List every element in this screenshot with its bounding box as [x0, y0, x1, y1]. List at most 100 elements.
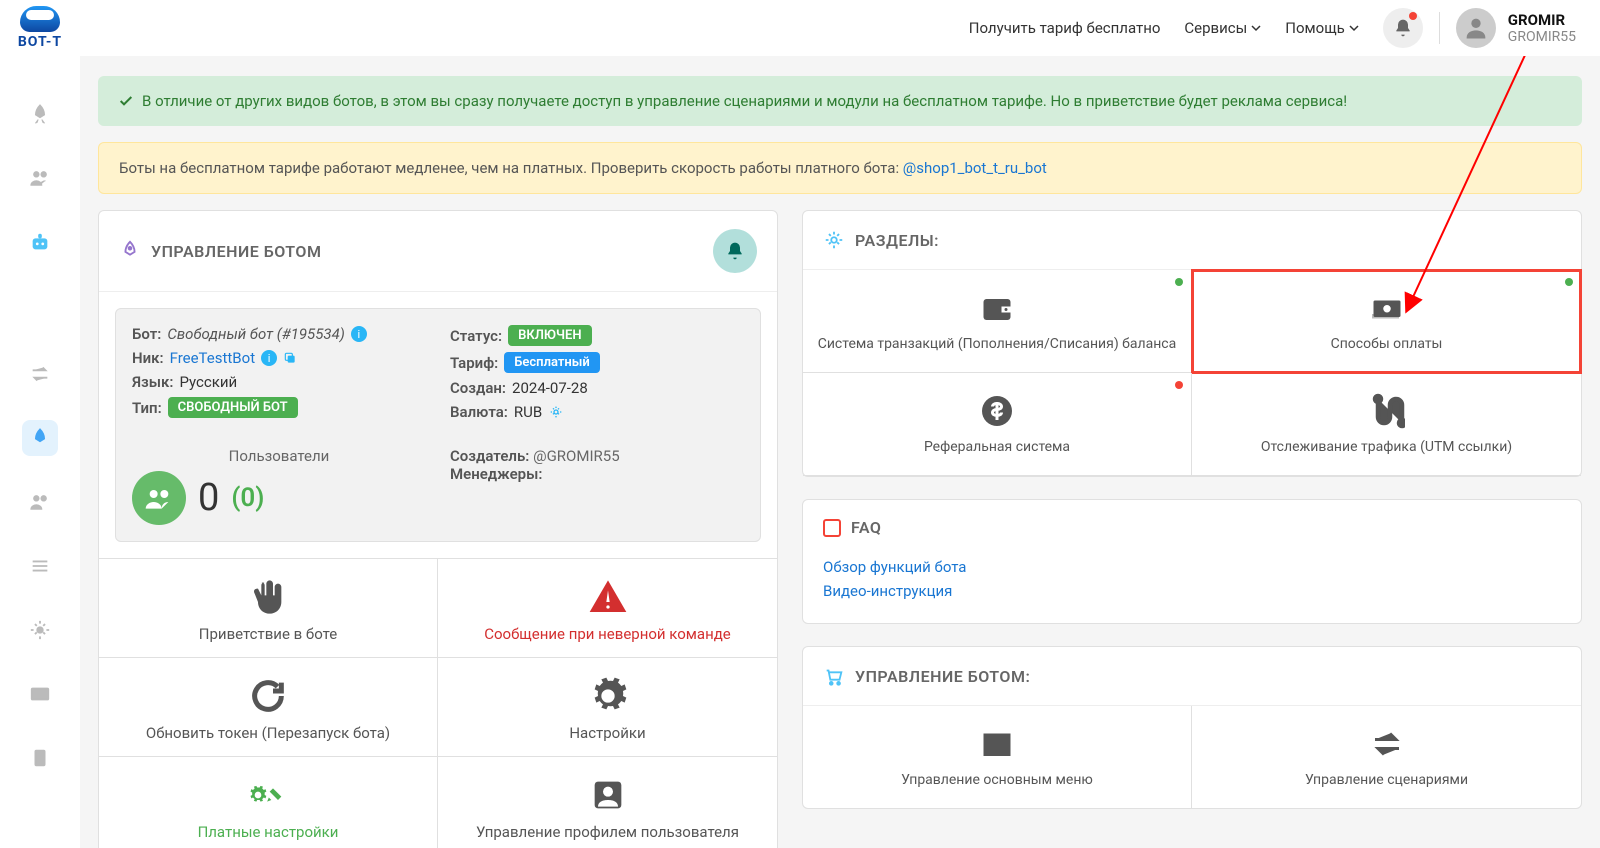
tile-settings[interactable]: Настройки: [438, 658, 777, 757]
bot-tiles: Приветствие в боте Сообщение при неверно…: [99, 558, 777, 848]
logo[interactable]: BOT-T: [0, 0, 80, 56]
bell-icon: [1393, 18, 1413, 38]
nav-help[interactable]: Помощь: [1285, 19, 1359, 37]
section-referral[interactable]: Реферальная система: [803, 373, 1192, 476]
manage-title: УПРАВЛЕНИЕ БОТОМ:: [855, 667, 1030, 686]
bot-card-title: УПРАВЛЕНИЕ БОТОМ: [151, 242, 321, 261]
sidebar-item-stack[interactable]: [22, 548, 58, 584]
users-count: 0: [198, 476, 219, 520]
faq-link-overview[interactable]: Обзор функций бота: [823, 555, 1561, 579]
sidebar-item-mail[interactable]: [22, 676, 58, 712]
info-icon[interactable]: i: [261, 350, 277, 366]
bot-info-panel: Бот: Свободный бот (#195534) i Ник: Free…: [115, 308, 761, 542]
tile-refresh-token[interactable]: Обновить токен (Перезапуск бота): [99, 658, 438, 757]
refresh-icon: [248, 676, 288, 716]
sections-card: РАЗДЕЛЫ: Система транзакций (Пополнения/…: [802, 210, 1582, 477]
gear-icon[interactable]: [548, 404, 564, 420]
bot-nick-link[interactable]: FreeTesttBot: [170, 349, 256, 367]
users-icon: [29, 491, 51, 513]
users-icon: [132, 471, 186, 525]
section-utm-tracking[interactable]: Отслеживание трафика (UTM ссылки): [1192, 373, 1581, 476]
main: В отличие от других видов ботов, в этом …: [80, 56, 1600, 848]
dollar-icon: [979, 393, 1015, 429]
user-handle: GROMIR55: [1508, 29, 1576, 45]
sidebar-item-device[interactable]: [22, 740, 58, 776]
alert-success: В отличие от других видов ботов, в этом …: [98, 76, 1582, 126]
wave-icon: [248, 577, 288, 617]
wallet-icon: [979, 290, 1015, 326]
gear-icon: [823, 229, 845, 251]
nav-free-tariff[interactable]: Получить тариф бесплатно: [969, 19, 1161, 37]
alert-warning: Боты на бесплатном тарифе работают медле…: [98, 142, 1582, 194]
rocket-icon: [29, 103, 51, 125]
money-icon: [1369, 290, 1405, 326]
logo-text: BOT-T: [18, 34, 62, 50]
swap-icon: [29, 363, 51, 385]
warning-icon: [588, 577, 628, 617]
users-icon: [29, 167, 51, 189]
square-icon: [823, 519, 841, 537]
device-icon: [29, 747, 51, 769]
sidebar-item-people[interactable]: [22, 484, 58, 520]
bot-icon: [29, 231, 51, 253]
notifications-button[interactable]: [1383, 8, 1423, 48]
divider: [1439, 12, 1440, 44]
status-dot: [1565, 278, 1573, 286]
user-name: GROMIR: [1508, 11, 1576, 29]
status-badge: ВКЛЮЧЕН: [508, 325, 592, 346]
tile-wrong-cmd[interactable]: Сообщение при неверной команде: [438, 559, 777, 658]
sidebar-item-launch[interactable]: [22, 420, 58, 456]
sidebar-item-rocket[interactable]: [22, 96, 58, 132]
sidebar: [0, 56, 80, 848]
menu-icon: [979, 726, 1015, 762]
user-icon: [1462, 14, 1490, 42]
info-icon[interactable]: i: [351, 326, 367, 342]
status-dot: [1175, 278, 1183, 286]
sections-title: РАЗДЕЛЫ:: [855, 231, 939, 250]
section-transactions[interactable]: Система транзакций (Пополнения/Списания)…: [803, 270, 1192, 373]
users-title: Пользователи: [132, 447, 426, 465]
stack-icon: [29, 555, 51, 577]
tile-greeting[interactable]: Приветствие в боте: [99, 559, 438, 658]
nav-services[interactable]: Сервисы: [1184, 19, 1261, 37]
profile-icon: [588, 775, 628, 815]
user-block[interactable]: GROMIR GROMIR55: [1508, 11, 1576, 45]
bot-card-bell[interactable]: [713, 229, 757, 273]
logo-icon: [20, 6, 60, 32]
tile-paid-settings[interactable]: Платные настройки: [99, 757, 438, 848]
gear-edit-icon: [248, 775, 288, 815]
users-paren: (0): [231, 483, 264, 513]
gear-icon: [29, 619, 51, 641]
gear-icon: [588, 676, 628, 716]
warn-bot-link[interactable]: @shop1_bot_t_ru_bot: [903, 159, 1047, 177]
chevron-down-icon: [1251, 23, 1261, 33]
avatar[interactable]: [1456, 8, 1496, 48]
rocket-icon: [119, 240, 141, 262]
cart-icon: [823, 665, 845, 687]
manage-main-menu[interactable]: Управление основным меню: [803, 706, 1192, 808]
rocket-icon: [29, 427, 51, 449]
route-icon: [1369, 393, 1405, 429]
topbar: BOT-T Получить тариф бесплатно Сервисы П…: [0, 0, 1600, 56]
chevron-down-icon: [1349, 23, 1359, 33]
manage-scenarios[interactable]: Управление сценариями: [1192, 706, 1581, 808]
sidebar-item-bot[interactable]: [22, 224, 58, 260]
sidebar-item-swap[interactable]: [22, 356, 58, 392]
bell-icon: [725, 241, 745, 261]
faq-card: FAQ Обзор функций бота Видео-инструкция: [802, 499, 1582, 624]
copy-icon[interactable]: [283, 351, 297, 365]
tarif-badge: Бесплатный: [504, 352, 600, 373]
mail-icon: [29, 683, 51, 705]
check-icon: [118, 93, 134, 109]
status-dot: [1175, 381, 1183, 389]
tile-user-profile[interactable]: Управление профилем пользователя: [438, 757, 777, 848]
sidebar-item-settings[interactable]: [22, 612, 58, 648]
swap-icon: [1369, 726, 1405, 762]
faq-title: FAQ: [851, 518, 881, 537]
section-payment-methods[interactable]: Способы оплаты: [1192, 270, 1581, 373]
sidebar-item-users[interactable]: [22, 160, 58, 196]
bot-manage-card: УПРАВЛЕНИЕ БОТОМ Бот: Свободный бот (#19…: [98, 210, 778, 848]
manage-bot-card: УПРАВЛЕНИЕ БОТОМ: Управление основным ме…: [802, 646, 1582, 809]
faq-link-video[interactable]: Видео-инструкция: [823, 579, 1561, 603]
type-badge: СВОБОДНЫЙ БОТ: [168, 397, 298, 418]
